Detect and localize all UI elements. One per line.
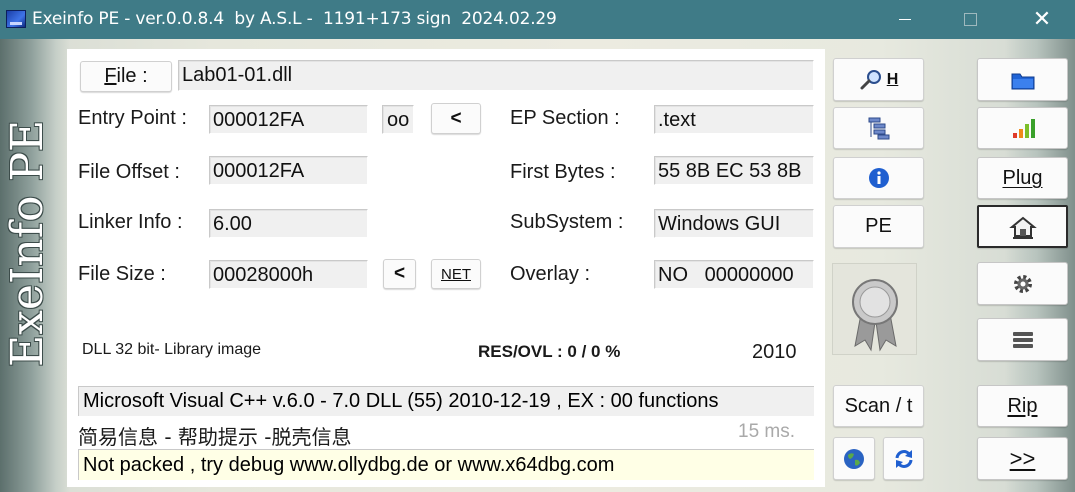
overlay-field[interactable]: NO 00000000 xyxy=(654,260,814,289)
hint-field[interactable]: Not packed , try debug www.ollydbg.de or… xyxy=(78,449,814,480)
info-button[interactable] xyxy=(833,157,924,199)
ep-section-field[interactable]: .text xyxy=(654,105,814,134)
stats-button[interactable] xyxy=(977,107,1068,149)
list-icon xyxy=(868,117,889,140)
search-button[interactable]: H xyxy=(833,58,924,101)
linker-info-field[interactable]: 6.00 xyxy=(209,209,368,238)
gear-icon xyxy=(1013,274,1032,293)
rip-button[interactable]: Rip xyxy=(977,385,1068,427)
signal-bars-icon xyxy=(1012,119,1035,138)
file-size-label: File Size : xyxy=(78,263,166,285)
year-text: 2010 xyxy=(752,341,797,363)
exeinfo-logo: ExeInfo PE xyxy=(2,119,53,367)
medal-icon xyxy=(852,279,898,352)
sections-button[interactable] xyxy=(833,107,924,149)
maximize-button[interactable] xyxy=(940,0,1000,39)
scan-result-field[interactable]: Microsoft Visual C++ v.6.0 - 7.0 DLL (55… xyxy=(78,386,814,416)
net-button[interactable]: NET xyxy=(431,259,481,289)
globe-icon xyxy=(844,448,864,469)
settings-button[interactable] xyxy=(977,262,1068,305)
net-button-label: NET xyxy=(441,265,471,283)
file-size-back-button[interactable]: < xyxy=(383,259,416,289)
subsystem-label: SubSystem : xyxy=(510,211,624,233)
overlay-label: Overlay : xyxy=(510,263,591,285)
magnifier-icon xyxy=(860,69,881,89)
info-icon xyxy=(868,168,889,188)
plug-button[interactable]: Plug xyxy=(977,157,1068,199)
refresh-button[interactable] xyxy=(883,437,924,480)
oo-button[interactable]: oo xyxy=(382,105,414,134)
menu-button[interactable] xyxy=(977,318,1068,361)
entry-point-label: Entry Point : xyxy=(78,107,187,129)
folder-icon xyxy=(1011,73,1034,89)
image-type-text: DLL 32 bit- Library image xyxy=(82,341,262,358)
search-hotkey: H xyxy=(886,70,899,88)
first-bytes-field[interactable]: 55 8B EC 53 8B xyxy=(654,156,814,185)
minimize-button[interactable] xyxy=(875,0,935,39)
ep-section-label: EP Section : xyxy=(510,107,620,129)
hint-caption-text: 简易信息 - 帮助提示 -脱壳信息 xyxy=(78,425,352,449)
rip-button-label: Rip xyxy=(1007,394,1038,417)
open-file-button[interactable] xyxy=(977,58,1068,101)
close-button[interactable]: ✕ xyxy=(1012,0,1072,39)
title-bar[interactable]: Exeinfo PE - ver.0.0.8.4 by A.S.L - 1191… xyxy=(0,0,1075,39)
scan-time-text: 15 ms. xyxy=(738,421,796,442)
menu-icon xyxy=(1012,331,1033,348)
file-offset-field[interactable]: 000012FA xyxy=(209,156,368,185)
entry-point-back-button[interactable]: < xyxy=(431,103,481,134)
scan-button[interactable]: Scan / t xyxy=(833,385,924,427)
file-size-field[interactable]: 00028000h xyxy=(209,260,368,289)
res-ovl-text: RES/OVL : 0 / 0 % xyxy=(478,342,621,361)
home-icon xyxy=(1008,216,1037,239)
first-bytes-label: First Bytes : xyxy=(510,161,616,183)
window-title: Exeinfo PE - ver.0.0.8.4 by A.S.L - 1191… xyxy=(32,9,557,29)
refresh-icon xyxy=(895,449,912,468)
web-button[interactable] xyxy=(833,437,875,480)
linker-info-label: Linker Info : xyxy=(78,211,183,233)
file-button-hotkey: F xyxy=(104,65,117,87)
app-icon[interactable] xyxy=(6,10,26,28)
next-button[interactable]: >> xyxy=(977,437,1068,480)
home-button[interactable] xyxy=(977,205,1068,248)
subsystem-field[interactable]: Windows GUI xyxy=(654,209,814,238)
next-button-label: >> xyxy=(1009,445,1036,471)
close-icon: ✕ xyxy=(1032,7,1052,32)
file-path-field[interactable]: Lab01-01.dll xyxy=(178,60,814,91)
entry-point-field[interactable]: 000012FA xyxy=(209,105,368,134)
plug-button-label: Plug xyxy=(1002,166,1043,189)
file-button[interactable]: File : xyxy=(80,61,172,92)
pe-button[interactable]: PE xyxy=(833,205,924,248)
file-button-label: ile : xyxy=(116,65,148,87)
file-offset-label: File Offset : xyxy=(78,161,180,183)
medal-panel xyxy=(832,263,917,355)
